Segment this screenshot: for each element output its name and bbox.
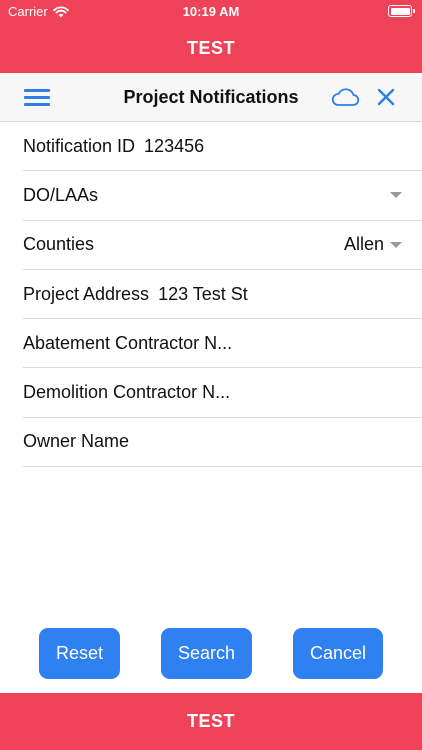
- do-laas-dropdown[interactable]: DO/LAAs: [23, 171, 422, 221]
- bottom-banner: TEST: [0, 693, 422, 750]
- cancel-button[interactable]: Cancel: [293, 628, 383, 679]
- counties-label: Counties: [23, 234, 95, 255]
- counties-selector[interactable]: Allen: [344, 221, 402, 269]
- notification-id-value[interactable]: 123456: [144, 136, 204, 157]
- owner-name-label: Owner Name: [23, 431, 130, 452]
- counties-dropdown[interactable]: Counties Allen: [23, 221, 422, 270]
- project-address-label: Project Address: [23, 283, 150, 304]
- notification-id-label: Notification ID: [23, 135, 136, 156]
- battery-icon: [388, 5, 415, 17]
- demolition-contractor-field[interactable]: Demolition Contractor N...: [23, 368, 422, 418]
- counties-value: Allen: [343, 234, 384, 255]
- search-button[interactable]: Search: [161, 628, 252, 679]
- status-bar: Carrier 10:19 AM: [0, 0, 422, 24]
- reset-button[interactable]: Reset: [39, 628, 120, 679]
- top-banner: Carrier 10:19 AM TEST: [0, 0, 422, 73]
- top-banner-title: TEST: [186, 38, 235, 58]
- navigation-bar: Project Notifications: [0, 73, 422, 122]
- status-time: 10:19 AM: [182, 4, 240, 19]
- chevron-down-icon: [390, 192, 402, 199]
- notification-id-field[interactable]: Notification ID 123456: [23, 122, 422, 172]
- do-laas-label: DO/LAAs: [23, 184, 99, 205]
- close-icon[interactable]: [375, 86, 397, 108]
- do-laas-selector[interactable]: [384, 171, 402, 219]
- abatement-contractor-label: Abatement Contractor N...: [23, 332, 233, 353]
- project-address-field[interactable]: Project Address 123 Test St: [23, 270, 422, 320]
- search-form: Notification ID 123456 DO/LAAs Counties …: [0, 122, 422, 468]
- chevron-down-icon: [390, 241, 402, 248]
- cloud-icon[interactable]: [330, 85, 360, 109]
- owner-name-field[interactable]: Owner Name: [23, 418, 422, 468]
- abatement-contractor-field[interactable]: Abatement Contractor N...: [23, 319, 422, 369]
- project-address-value[interactable]: 123 Test St: [158, 284, 248, 305]
- demolition-contractor-label: Demolition Contractor N...: [23, 382, 231, 403]
